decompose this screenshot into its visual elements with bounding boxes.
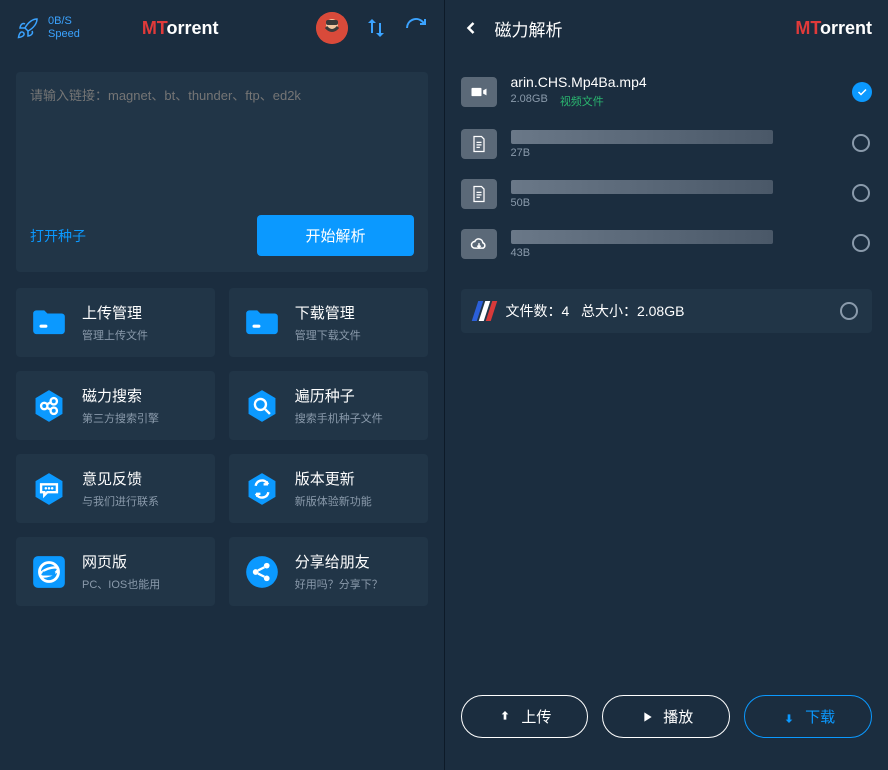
tile-subtitle: 新版体验新功能 [295,493,372,509]
checkbox-empty-icon[interactable] [852,134,870,152]
tile-subtitle: PC、IOS也能用 [82,576,160,592]
left-header: 0B/S Speed MTorrent [0,0,444,56]
tile-6[interactable]: 网页版 PC、IOS也能用 [16,537,215,606]
tile-subtitle: 管理上传文件 [82,327,148,343]
tile-7[interactable]: 分享给朋友好用吗？分享下？ [229,537,428,606]
tile-title: 磁力搜索 [82,385,159,406]
tile-0[interactable]: 上传管理管理上传文件 [16,288,215,357]
rocket-icon [16,16,40,40]
refresh-icon[interactable] [404,16,428,40]
hex-link-icon [30,387,68,425]
tile-title: 下载管理 [295,302,361,323]
select-all-checkbox[interactable] [840,302,858,320]
file-name: arin.CHS.Mp4Ba.mp4 [511,74,839,90]
file-item[interactable]: 43B [461,219,873,269]
checkbox-empty-icon[interactable] [852,184,870,202]
file-size: 50B [511,197,531,209]
tile-2[interactable]: 磁力搜索第三方搜索引擎 [16,371,215,440]
play-button[interactable]: 播放 [602,695,730,738]
folder-icon [243,304,281,342]
tile-title: 上传管理 [82,302,148,323]
summary-text: 文件数：4 总大小：2.08GB [506,301,829,321]
checkbox-checked-icon[interactable] [852,82,872,102]
link-input-card: 打开种子 开始解析 [16,72,428,272]
sort-icon[interactable] [364,16,388,40]
tile-title: 遍历种子 [295,385,383,406]
back-icon[interactable] [461,18,481,38]
avatar[interactable] [316,12,348,44]
speed-indicator: 0B/S Speed [16,15,80,41]
speed-label: Speed [48,28,80,41]
file-item[interactable]: 50B [461,169,873,219]
tile-5[interactable]: 版本更新新版体验新功能 [229,454,428,523]
tile-subtitle: 好用吗？分享下？ [295,576,383,592]
file-name-redacted [511,230,773,244]
tile-subtitle: 第三方搜索引擎 [82,410,159,426]
tile-4[interactable]: 意见反馈与我们进行联系 [16,454,215,523]
open-seed-link[interactable]: 打开种子 [30,226,86,246]
tile-subtitle: 管理下载文件 [295,327,361,343]
file-name-redacted [511,180,773,194]
tile-title: 版本更新 [295,468,372,489]
tile-title: 网页版 [82,551,160,572]
file-size: 43B [511,247,531,259]
video-file-icon [461,77,497,107]
link-input[interactable] [30,88,414,103]
file-name-redacted [511,130,773,144]
hex-search-icon [243,387,281,425]
stripes-icon [475,301,494,321]
text-file-icon [461,129,497,159]
download-button[interactable]: 下载 [744,695,872,738]
brand-logo-right: MTorrent [795,18,872,39]
folder-icon [30,304,68,342]
checkbox-empty-icon[interactable] [852,234,870,252]
hex-chat-icon [30,470,68,508]
text-file-icon [461,179,497,209]
tile-subtitle: 与我们进行联系 [82,493,159,509]
parse-button[interactable]: 开始解析 [257,215,413,256]
file-size: 27B [511,147,531,159]
ie-icon [30,553,68,591]
file-item[interactable]: 27B [461,119,873,169]
file-tag: 视频文件 [560,93,604,109]
hex-sync-icon [243,470,281,508]
brand-logo: MTorrent [142,18,219,39]
page-title: 磁力解析 [495,16,563,41]
file-item[interactable]: arin.CHS.Mp4Ba.mp4 2.08GB 视频文件 [461,64,873,119]
tile-title: 分享给朋友 [295,551,383,572]
speed-value: 0B/S [48,15,80,28]
cloud-file-icon [461,229,497,259]
upload-button[interactable]: 上传 [461,695,589,738]
right-header: 磁力解析 MTorrent [445,0,888,56]
tile-title: 意见反馈 [82,468,159,489]
tile-subtitle: 搜索手机种子文件 [295,410,383,426]
share-icon [243,553,281,591]
tile-3[interactable]: 遍历种子搜索手机种子文件 [229,371,428,440]
tile-1[interactable]: 下载管理管理下载文件 [229,288,428,357]
summary-bar: 文件数：4 总大小：2.08GB [461,289,873,333]
file-size: 2.08GB [511,93,548,109]
